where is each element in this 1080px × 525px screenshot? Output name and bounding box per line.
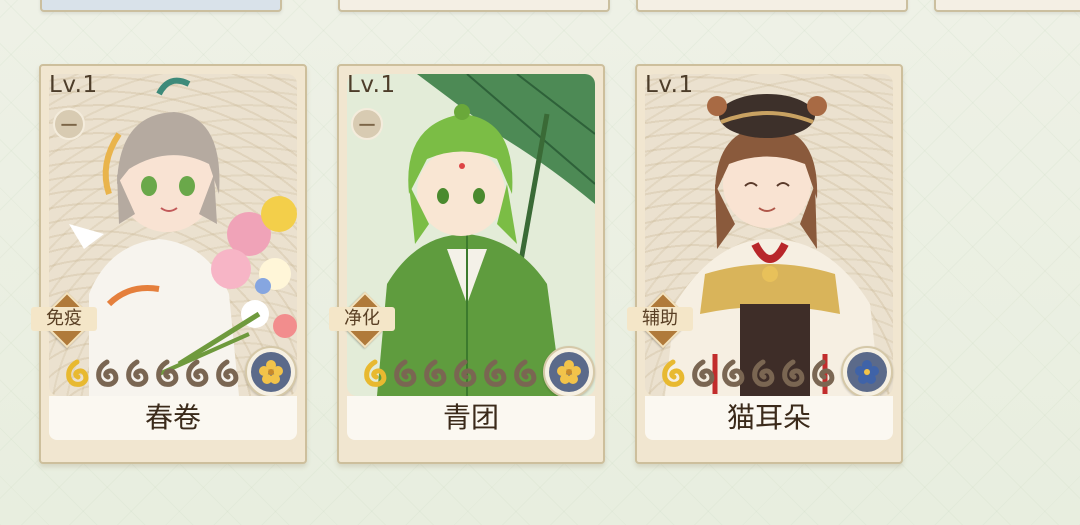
star-empty-icon (156, 359, 179, 387)
character-card-qingtuan[interactable]: Lv.1 一 净化 青团 (329, 64, 605, 464)
star-empty-icon (514, 359, 537, 387)
character-name: 猫耳朵 (645, 396, 893, 440)
star-rating (659, 358, 837, 390)
star-empty-icon (96, 359, 119, 387)
role-tag: 净化 (329, 291, 395, 349)
role-tag: 免疫 (31, 291, 97, 349)
star-empty-icon (126, 359, 149, 387)
star-empty-icon (394, 359, 417, 387)
role-tag-label: 辅助 (627, 307, 693, 331)
level-label: Lv.1 (645, 72, 694, 98)
level-label: Lv.1 (347, 72, 396, 98)
star-empty-icon (484, 359, 507, 387)
level-label: Lv.1 (49, 72, 98, 98)
star-empty-icon (216, 359, 239, 387)
character-card-chunjuan[interactable]: Lv.1 一 免疫 春卷 (31, 64, 307, 464)
star-empty-icon (752, 359, 775, 387)
top-card-partial-3[interactable] (636, 0, 908, 12)
star-empty-icon (454, 359, 477, 387)
star-filled-icon (364, 359, 387, 387)
top-card-partial-4[interactable] (934, 0, 1080, 12)
flower-icon (841, 346, 893, 398)
star-empty-icon (424, 359, 447, 387)
character-card-maoerduo[interactable]: Lv.1 辅助 猫耳朵 (627, 64, 903, 464)
role-tag: 辅助 (627, 291, 693, 349)
flower-icon (245, 346, 297, 398)
star-empty-icon (722, 359, 745, 387)
character-name: 春卷 (49, 396, 297, 440)
rarity-badge: 一 (53, 108, 85, 140)
top-card-partial-2[interactable] (338, 0, 610, 12)
star-empty-icon (186, 359, 209, 387)
star-empty-icon (812, 359, 835, 387)
flower-icon (543, 346, 595, 398)
role-tag-label: 净化 (329, 307, 395, 331)
star-filled-icon (662, 359, 685, 387)
star-rating (63, 358, 241, 390)
top-card-partial-1[interactable] (40, 0, 282, 12)
star-empty-icon (692, 359, 715, 387)
role-tag-label: 免疫 (31, 307, 97, 331)
star-rating (361, 358, 539, 390)
character-name: 青团 (347, 396, 595, 440)
star-filled-icon (66, 359, 89, 387)
rarity-badge: 一 (351, 108, 383, 140)
star-empty-icon (782, 359, 805, 387)
